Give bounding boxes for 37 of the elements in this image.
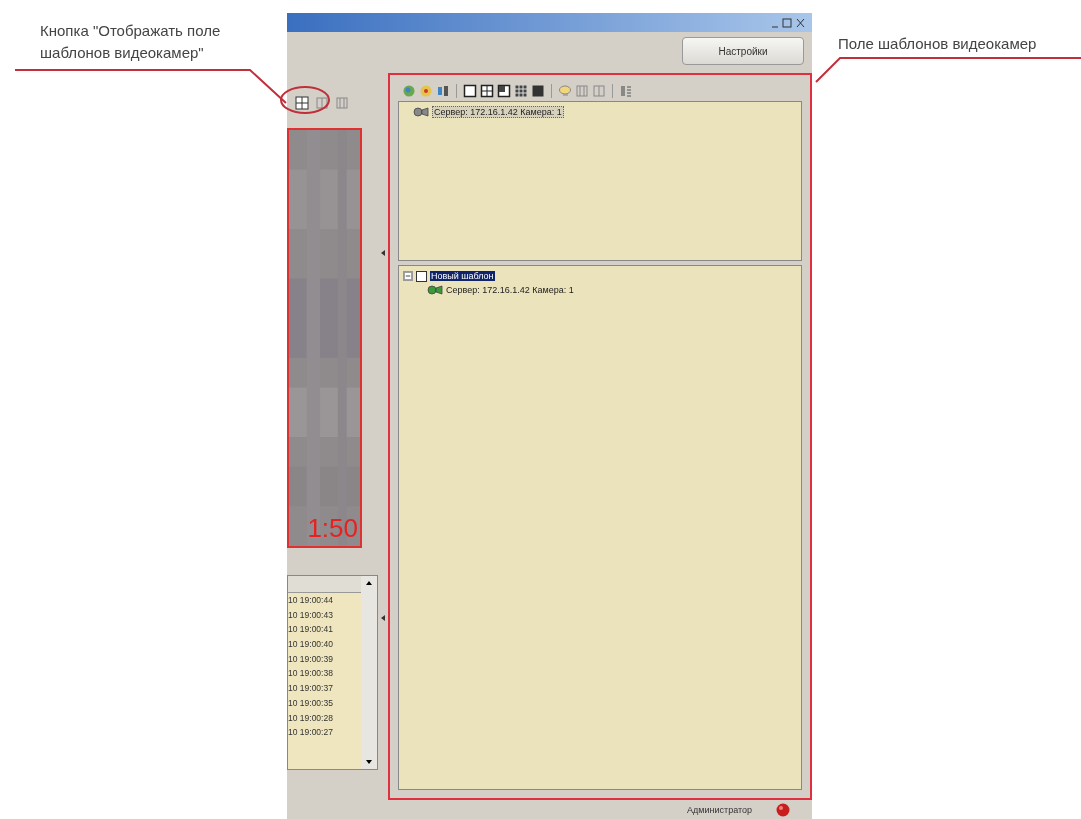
user-name: Администратор <box>687 804 752 815</box>
splitter-arrow-icon[interactable] <box>381 249 385 256</box>
disc-icon[interactable] <box>419 84 433 98</box>
grid-icon[interactable] <box>295 96 309 110</box>
tree-item[interactable]: Сервер: 172.16.1.42 Камера: 1 <box>432 106 564 118</box>
window-controls-icon[interactable] <box>770 16 806 29</box>
log-time: 10 19:00:39 <box>288 652 334 666</box>
quad-view-icon[interactable] <box>480 84 494 98</box>
timestamp: 1:50 <box>307 513 358 544</box>
log-time: 10 19:00:37 <box>288 682 334 696</box>
status-icon <box>776 802 790 817</box>
log-time: 10 19:00:38 <box>288 667 334 681</box>
log-time: 10 19:00:44 <box>288 594 334 607</box>
log-time: 10 19:00:40 <box>288 638 334 652</box>
highlight-ellipse <box>280 86 330 114</box>
tree-item[interactable]: Новый шаблон <box>430 271 495 281</box>
tree-item[interactable]: Сервер: 172.16.1.42 Камера: 1 <box>446 285 574 295</box>
log-time: 10 19:00:27 <box>288 726 334 740</box>
single-view-icon[interactable] <box>463 84 477 98</box>
settings-button[interactable]: Настройки <box>682 37 804 65</box>
collapse-icon[interactable] <box>403 271 413 281</box>
globe-icon[interactable] <box>402 84 416 98</box>
checkbox[interactable] <box>416 270 427 282</box>
log-time: 10 19:00:41 <box>288 623 334 637</box>
multi-view-icon[interactable] <box>497 84 511 98</box>
callout-text: Кнопка "Отображать поле шаблонов видеокамер" <box>40 21 222 63</box>
panel-icon[interactable] <box>315 96 329 110</box>
splitter-arrow-icon[interactable] <box>381 614 385 621</box>
log-time: 10 19:00:43 <box>288 608 334 622</box>
full-view-icon[interactable] <box>531 84 545 98</box>
log-time: 10 19:00:35 <box>288 696 334 710</box>
log-time: 10 19:00:28 <box>288 711 334 725</box>
scrollbar[interactable] <box>361 576 377 769</box>
callout-text: Поле шаблонов видеокамер <box>838 34 1038 54</box>
nine-view-icon[interactable] <box>514 84 528 98</box>
camera-icon <box>427 285 443 295</box>
camera-icon <box>413 107 429 117</box>
